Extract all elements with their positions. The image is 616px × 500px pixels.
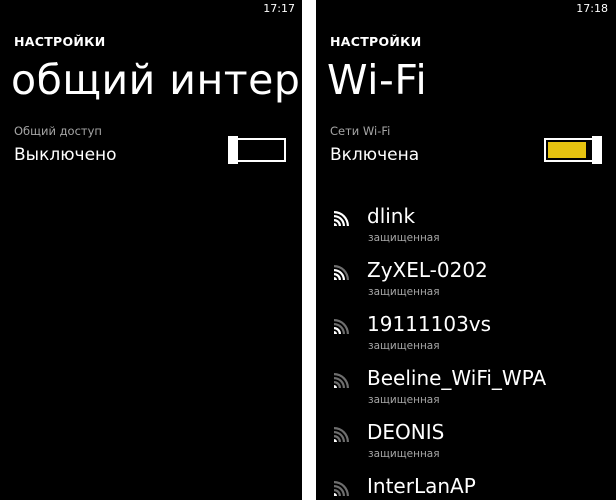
wifi-screen: 17:18 НАСТРОЙКИ Wi-Fi Сети Wi-Fi Включен… bbox=[316, 0, 616, 500]
wifi-networks-label: Сети Wi-Fi bbox=[330, 124, 391, 138]
wifi-signal-icon bbox=[334, 211, 349, 226]
toggle-thumb bbox=[592, 136, 602, 164]
toggle-thumb bbox=[228, 136, 238, 164]
status-bar-time: 17:17 bbox=[263, 2, 295, 15]
wifi-signal-icon bbox=[334, 265, 349, 280]
network-name: InterLanAP bbox=[367, 474, 476, 498]
wifi-network-item[interactable]: InterLanAP bbox=[316, 470, 616, 500]
wifi-signal-icon bbox=[334, 427, 349, 442]
wifi-signal-icon bbox=[334, 319, 349, 334]
internet-sharing-screen: 17:17 НАСТРОЙКИ общий интерн Общий досту… bbox=[0, 0, 302, 500]
wifi-network-item[interactable]: Beeline_WiFi_WPA защищенная bbox=[316, 362, 616, 416]
toggle-fill bbox=[548, 142, 586, 158]
wifi-status: Включена bbox=[330, 145, 420, 165]
sharing-label: Общий доступ bbox=[14, 124, 102, 138]
network-security: защищенная bbox=[368, 394, 440, 406]
network-security: защищенная bbox=[368, 232, 440, 244]
network-name: 19111103vs bbox=[367, 312, 492, 336]
network-security: защищенная bbox=[368, 340, 440, 352]
sharing-status: Выключено bbox=[14, 145, 117, 165]
wifi-network-item[interactable]: 19111103vs защищенная bbox=[316, 308, 616, 362]
app-title: НАСТРОЙКИ bbox=[330, 34, 422, 49]
wifi-network-item[interactable]: dlink защищенная bbox=[316, 200, 616, 254]
network-name: DEONIS bbox=[367, 420, 445, 444]
network-security: защищенная bbox=[368, 286, 440, 298]
wifi-network-item[interactable]: ZyXEL-0202 защищенная bbox=[316, 254, 616, 308]
toggle-track bbox=[230, 138, 286, 162]
wifi-network-list: dlink защищенная ZyXEL-0202 защищенная 1… bbox=[316, 200, 616, 500]
page-title: общий интерн bbox=[11, 56, 302, 104]
status-bar-time: 17:18 bbox=[576, 2, 608, 15]
page-title: Wi-Fi bbox=[327, 56, 428, 104]
network-name: Beeline_WiFi_WPA bbox=[367, 366, 547, 390]
network-name: dlink bbox=[367, 204, 416, 228]
wifi-toggle[interactable] bbox=[544, 136, 602, 164]
sharing-toggle[interactable] bbox=[228, 136, 286, 164]
network-name: ZyXEL-0202 bbox=[367, 258, 488, 282]
wifi-network-item[interactable]: DEONIS защищенная bbox=[316, 416, 616, 470]
app-title: НАСТРОЙКИ bbox=[14, 34, 106, 49]
wifi-signal-icon bbox=[334, 481, 349, 496]
wifi-signal-icon bbox=[334, 373, 349, 388]
network-security: защищенная bbox=[368, 448, 440, 460]
